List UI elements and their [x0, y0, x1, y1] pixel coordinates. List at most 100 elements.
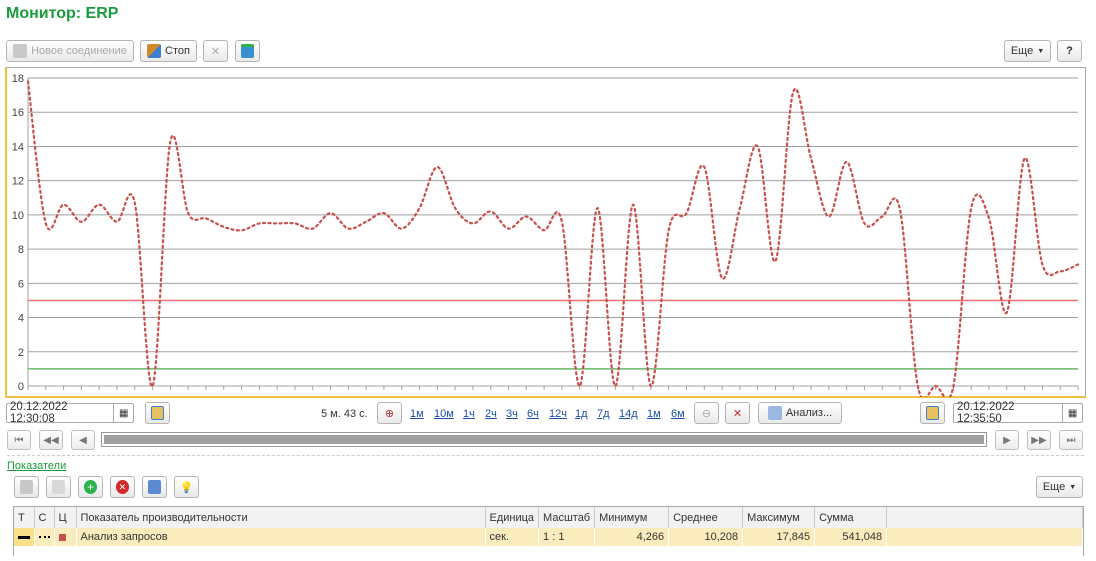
table-row[interactable]: Анализ запросов сек. 1 : 1 4,266 10,208 … [14, 528, 1083, 546]
tools-icon: ✕ [210, 45, 221, 58]
col-t[interactable]: Т [14, 507, 35, 528]
unit-cell: сек. [485, 528, 540, 546]
scale-link[interactable]: 10м [434, 408, 454, 420]
scale-link[interactable]: 6ч [527, 408, 539, 420]
forward-button[interactable]: ▶ [995, 430, 1019, 450]
add-report-button[interactable] [235, 40, 260, 62]
scale-link[interactable]: 3ч [506, 408, 518, 420]
performance-chart: 0 2 4 6 8 10 12 14 16 18 [12, 73, 1080, 401]
add-icon: + [84, 480, 97, 494]
check-all-icon [20, 480, 33, 494]
properties-button[interactable] [142, 476, 167, 498]
fast-back-button[interactable]: ◀◀ [39, 430, 63, 450]
calendar-icon[interactable]: ▦ [113, 404, 133, 422]
connection-icon [13, 44, 28, 58]
color-cell[interactable] [54, 528, 77, 546]
solid-line-icon [18, 535, 30, 539]
select-period-button[interactable] [145, 402, 170, 424]
scale-link[interactable]: 1м [410, 408, 424, 420]
first-button[interactable]: ⏮ [7, 430, 31, 450]
uncheck-all-button[interactable] [46, 476, 71, 498]
delete-button[interactable]: ✕ [110, 476, 135, 498]
period-icon [926, 406, 939, 420]
col-c[interactable]: Ц [54, 507, 77, 528]
analyze-icon [767, 406, 782, 420]
uncheck-all-icon [52, 480, 65, 494]
chart-area[interactable]: 0 2 4 6 8 10 12 14 16 18 [5, 67, 1086, 401]
line-style-cell[interactable] [34, 528, 55, 546]
y-tick-label: 10 [12, 210, 24, 222]
y-tick-label: 16 [12, 107, 24, 119]
more-label: Еще [1010, 45, 1034, 57]
scrollbar-thumb[interactable] [104, 435, 984, 444]
calendar-icon[interactable]: ▦ [1062, 404, 1082, 422]
period-icon [151, 406, 164, 420]
col-unit[interactable]: Единица [485, 507, 540, 528]
zoom-out-button[interactable]: ⊖ [694, 402, 719, 424]
last-button[interactable]: ⏭ [1059, 430, 1083, 450]
indicators-more-button[interactable]: Еще ▼ [1036, 476, 1083, 498]
clear-scale-button[interactable]: ✕ [725, 402, 750, 424]
scale-link[interactable]: 1д [575, 408, 588, 420]
y-tick-label: 14 [12, 141, 24, 153]
zoom-in-icon: ⊕ [384, 407, 395, 420]
hint-button[interactable]: 💡 [174, 476, 199, 498]
new-connection-button[interactable]: Новое соединение [6, 40, 134, 62]
col-indicator[interactable]: Показатель производительности [76, 507, 486, 528]
indicators-link[interactable]: Показатели [7, 460, 66, 472]
timeline-scrollbar[interactable] [101, 432, 987, 447]
scale-link[interactable]: 1ч [463, 408, 475, 420]
check-all-button[interactable] [14, 476, 39, 498]
sum-cell: 541,048 [814, 528, 888, 546]
col-max[interactable]: Максимум [742, 507, 816, 528]
start-date-field[interactable]: 20.12.2022 12:30:08 ▦ [6, 401, 134, 425]
y-tick-label: 8 [18, 244, 24, 256]
add-report-icon [241, 44, 254, 58]
y-tick-label: 2 [18, 347, 24, 359]
page-title: Монитор: ERP [6, 5, 119, 22]
stop-icon [147, 44, 162, 58]
table-header: Т С Ц Показатель производительности Един… [14, 507, 1083, 528]
scale-link[interactable]: 1м [647, 408, 661, 420]
dotted-line-icon [38, 536, 50, 538]
back-button[interactable]: ◀ [71, 430, 95, 450]
scale-link[interactable]: 2ч [485, 408, 497, 420]
chevron-down-icon: ▼ [1037, 47, 1045, 55]
divider [7, 455, 1084, 456]
max-cell: 17,845 [742, 528, 816, 546]
help-button[interactable]: ? [1057, 40, 1082, 62]
fast-forward-button[interactable]: ▶▶ [1027, 430, 1051, 450]
more-button[interactable]: Еще ▼ [1004, 40, 1051, 62]
empty-cell [886, 528, 1083, 546]
scale-link[interactable]: 14д [619, 408, 638, 420]
chevron-down-icon: ▼ [1069, 483, 1077, 491]
select-period-end-button[interactable] [920, 402, 945, 424]
scale-cell: 1 : 1 [538, 528, 596, 546]
indicator-name: Анализ запросов [76, 528, 486, 546]
properties-icon [148, 480, 161, 494]
lightbulb-icon: 💡 [179, 481, 194, 494]
col-min[interactable]: Минимум [594, 507, 670, 528]
col-scale[interactable]: Масштаб [538, 507, 596, 528]
settings-button[interactable]: ✕ [203, 40, 228, 62]
stop-button[interactable]: Стоп [140, 40, 197, 62]
line-type-cell[interactable] [14, 528, 35, 546]
avg-cell: 10,208 [668, 528, 744, 546]
analyze-button[interactable]: Анализ... [758, 402, 842, 424]
scale-link[interactable]: 7д [597, 408, 610, 420]
add-button[interactable]: + [78, 476, 103, 498]
scale-link[interactable]: 12ч [549, 408, 567, 420]
zoom-out-icon: ⊖ [701, 407, 712, 420]
col-sum[interactable]: Сумма [814, 507, 888, 528]
scale-link[interactable]: 6м [671, 408, 685, 420]
y-tick-label: 4 [18, 313, 24, 325]
col-empty [886, 507, 1083, 528]
zoom-in-button[interactable]: ⊕ [377, 402, 402, 424]
col-s[interactable]: С [34, 507, 55, 528]
col-avg[interactable]: Среднее [668, 507, 744, 528]
analyze-label: Анализ... [785, 407, 833, 419]
y-tick-label: 12 [12, 176, 24, 188]
indicators-table[interactable]: Т С Ц Показатель производительности Един… [13, 506, 1084, 556]
end-date-field[interactable]: 20.12.2022 12:35:50 ▦ [953, 401, 1083, 425]
color-swatch [58, 533, 66, 541]
